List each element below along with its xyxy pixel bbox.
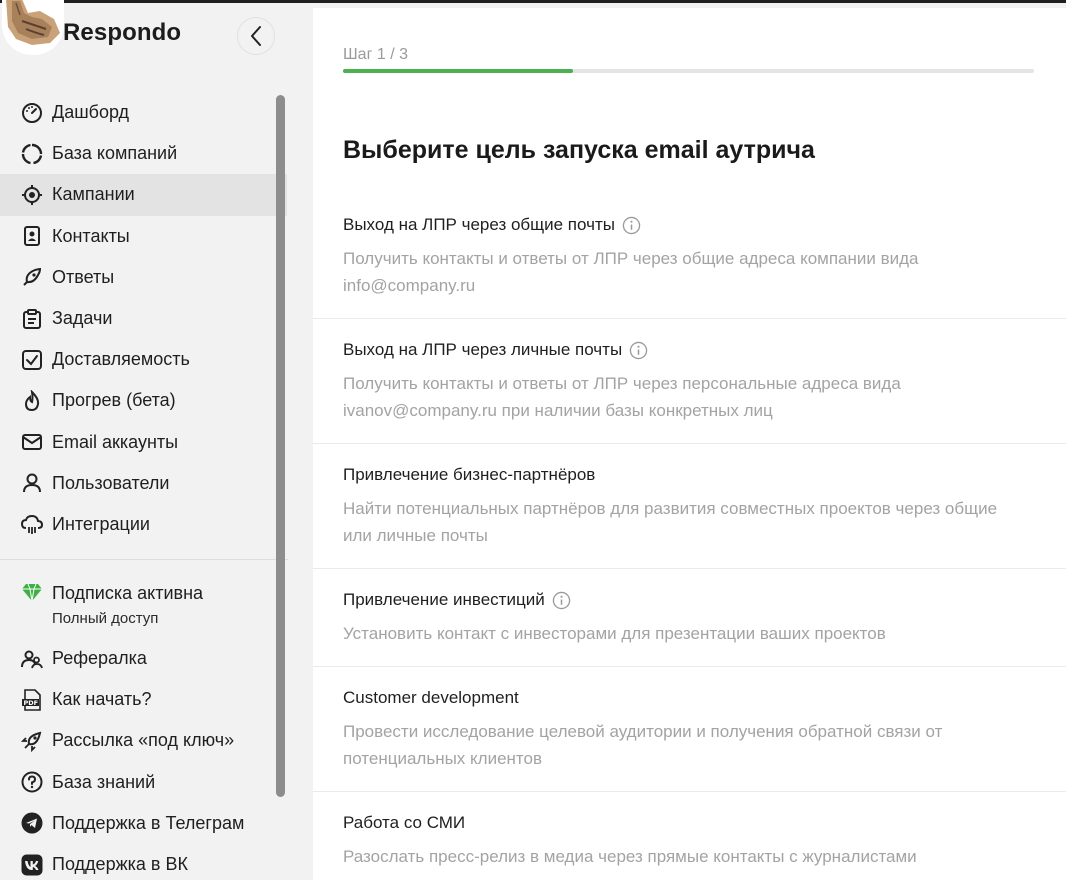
sidebar-item-label: Пользователи [52, 472, 170, 493]
goal-option-investments[interactable]: Привлечение инвестиций Установить контак… [313, 569, 1066, 667]
sidebar-item-label: Ответы [52, 266, 115, 287]
sidebar-item-integrations[interactable]: Интеграции [0, 504, 287, 545]
goal-description: Установить контакт с инвесторами для пре… [343, 624, 886, 643]
contact-book-icon [21, 225, 43, 247]
sidebar-item-vk-support[interactable]: Поддержка в ВК [0, 844, 287, 880]
sidebar-item-label: Прогрев (бета) [52, 390, 176, 411]
main-nav: Дашборд База компаний Кампании Контакты … [0, 92, 288, 545]
sidebar-item-email-accounts[interactable]: Email аккаунты [0, 422, 287, 463]
sidebar: Respondo Дашборд База компаний Кампании [0, 0, 288, 880]
info-icon[interactable] [629, 341, 648, 360]
users-icon [21, 648, 43, 670]
sidebar-item-tasks[interactable]: Задачи [0, 298, 287, 339]
info-icon[interactable] [552, 591, 571, 610]
main-panel: Шаг 1 / 3 Выберите цель запуска email ау… [313, 8, 1066, 880]
clipboard-icon [21, 308, 43, 330]
goal-list: Выход на ЛПР через общие почты Получить … [313, 194, 1066, 880]
subscription-title: Подписка активна [52, 583, 204, 603]
secondary-nav: Подписка активна Полный доступ Рефералка… [0, 572, 288, 880]
sidebar-item-deliverability[interactable]: Доставляемость [0, 339, 287, 380]
sidebar-item-label: Как начать? [52, 689, 152, 710]
user-icon [21, 472, 43, 494]
speedometer-icon [21, 102, 43, 124]
step-indicator: Шаг 1 / 3 [343, 46, 408, 63]
goal-option-general-emails[interactable]: Выход на ЛПР через общие почты Получить … [313, 194, 1066, 319]
subscription-status[interactable]: Подписка активна Полный доступ [0, 572, 288, 638]
cloud-icon [21, 513, 43, 535]
sidebar-item-label: Интеграции [52, 513, 150, 534]
sidebar-item-contacts[interactable]: Контакты [0, 216, 287, 257]
goal-title: Выход на ЛПР через личные почты [343, 340, 623, 359]
diamond-icon [21, 581, 43, 603]
goal-title: Customer development [343, 688, 519, 707]
goal-description: Найти потенциальных партнёров для развит… [343, 499, 998, 545]
checkbox-icon [21, 349, 43, 371]
sidebar-item-companies[interactable]: База компаний [0, 133, 287, 174]
sidebar-item-label: Email аккаунты [52, 431, 179, 452]
sidebar-scrollbar[interactable] [276, 95, 285, 797]
sidebar-item-campaigns[interactable]: Кампании [0, 174, 287, 216]
circle-segments-icon [21, 143, 43, 165]
goal-option-business-partners[interactable]: Привлечение бизнес-партнёров Найти потен… [313, 444, 1066, 569]
sidebar-item-label: Рассылка «под ключ» [52, 730, 235, 751]
rocket-reply-icon [21, 266, 43, 288]
step-progress-bar [343, 69, 1034, 73]
goal-title: Выход на ЛПР через общие почты [343, 215, 615, 234]
sidebar-item-users[interactable]: Пользователи [0, 463, 287, 504]
sidebar-item-label: Кампании [52, 184, 135, 205]
sidebar-item-label: База знаний [52, 771, 156, 792]
goal-title: Работа со СМИ [343, 813, 466, 832]
subscription-subtitle: Полный доступ [52, 610, 159, 627]
rocket-icon [21, 730, 43, 752]
sidebar-item-getting-started[interactable]: PDF Как начать? [0, 679, 287, 720]
goal-title: Привлечение инвестиций [343, 590, 545, 609]
goal-title: Привлечение бизнес-партнёров [343, 465, 596, 484]
sidebar-divider [0, 559, 288, 560]
step-progress-fill [343, 69, 574, 73]
sidebar-item-label: Контакты [52, 225, 130, 246]
sidebar-item-label: Рефералка [52, 648, 147, 669]
goal-option-customer-development[interactable]: Customer development Провести исследован… [313, 667, 1066, 792]
goal-option-media[interactable]: Работа со СМИ Разослать пресс-релиз в ме… [313, 792, 1066, 880]
collapse-sidebar-button[interactable] [237, 17, 275, 55]
sidebar-item-label: Задачи [52, 308, 113, 329]
goal-description: Получить контакты и ответы от ЛПР через … [343, 374, 901, 420]
chevron-left-icon [251, 26, 261, 46]
goal-description: Получить контакты и ответы от ЛПР через … [343, 249, 919, 295]
sidebar-item-dashboard[interactable]: Дашборд [0, 92, 287, 133]
flame-icon [21, 389, 43, 412]
goal-description: Разослать пресс-релиз в медиа через прям… [343, 847, 917, 866]
goal-option-personal-emails[interactable]: Выход на ЛПР через личные почты Получить… [313, 319, 1066, 444]
page-title: Выберите цель запуска email аутрича [343, 136, 815, 164]
sidebar-item-label: Дашборд [52, 102, 130, 123]
envelope-icon [21, 431, 43, 453]
sidebar-item-telegram-support[interactable]: Поддержка в Телеграм [0, 803, 287, 844]
brand-logo-icon [2, 0, 64, 55]
brand-name: Respondo [63, 19, 182, 46]
sidebar-item-turnkey-mailing[interactable]: Рассылка «под ключ» [0, 720, 287, 761]
pdf-icon: PDF [21, 688, 43, 711]
sidebar-item-replies[interactable]: Ответы [0, 257, 287, 298]
sidebar-item-label: Доставляемость [52, 349, 190, 370]
sidebar-item-warmup[interactable]: Прогрев (бета) [0, 380, 287, 421]
target-icon [21, 184, 43, 206]
sidebar-item-knowledge-base[interactable]: База знаний [0, 762, 287, 803]
telegram-icon [21, 812, 43, 834]
question-icon [21, 771, 43, 793]
sidebar-item-label: База компаний [52, 143, 178, 164]
goal-description: Провести исследование целевой аудитории … [343, 722, 943, 768]
vk-icon [21, 854, 43, 876]
sidebar-item-label: Поддержка в Телеграм [52, 812, 245, 833]
svg-text:PDF: PDF [24, 699, 39, 707]
sidebar-item-label: Поддержка в ВК [52, 854, 188, 875]
sidebar-item-referral[interactable]: Рефералка [0, 638, 287, 679]
info-icon[interactable] [622, 216, 641, 235]
